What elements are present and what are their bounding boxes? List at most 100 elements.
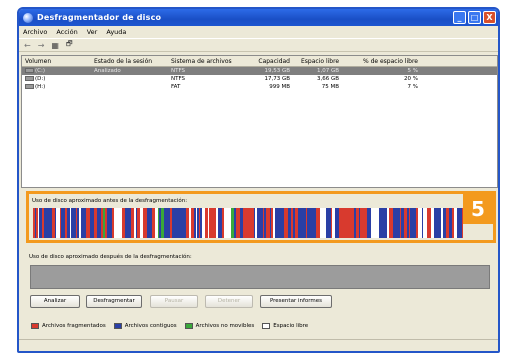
usage-stripe: [105, 208, 107, 238]
volume-name: (C:): [35, 68, 45, 74]
usage-stripe: [373, 208, 377, 238]
volume-row[interactable]: (H:) FAT 999 MB 75 MB 7 %: [22, 83, 497, 91]
view-report-button[interactable]: Presentar informes: [260, 295, 332, 308]
menu-bar: Archivo Acción Ver Ayuda: [19, 26, 498, 38]
usage-stripe: [216, 208, 218, 238]
usage-stripe: [71, 208, 73, 238]
contiguous-swatch: [113, 323, 122, 329]
usage-stripe: [164, 208, 168, 238]
usage-stripe: [161, 208, 164, 238]
usage-stripe: [199, 208, 200, 238]
usage-stripe: [107, 208, 109, 238]
after-defrag-usage-bar: [30, 265, 490, 289]
usage-stripe: [179, 208, 182, 238]
volume-name: (H:): [35, 84, 46, 90]
usage-stripe: [236, 208, 240, 238]
usage-stripe: [350, 208, 354, 238]
usage-stripe: [200, 208, 202, 238]
usage-stripe: [330, 208, 331, 238]
usage-stripe: [396, 208, 398, 238]
legend-label: Espacio libre: [273, 323, 309, 329]
back-arrow-icon[interactable]: ←: [24, 41, 31, 50]
usage-stripe: [79, 208, 80, 238]
usage-stripe: [178, 208, 179, 238]
usage-stripe: [182, 208, 184, 238]
usage-stripe: [90, 208, 91, 238]
usage-stripe: [70, 208, 71, 238]
usage-stripe: [94, 208, 97, 238]
col-volume-header[interactable]: Volumen: [25, 56, 51, 67]
usage-stripe: [170, 208, 172, 238]
menu-ayuda[interactable]: Ayuda: [106, 28, 126, 36]
usage-stripe: [186, 208, 187, 238]
usage-stripe: [379, 208, 381, 238]
legend-item: Archivos no movibles: [184, 323, 254, 329]
usage-stripe: [371, 208, 373, 238]
capacity-cell: 999 MB: [269, 84, 290, 90]
usage-stripe: [80, 208, 81, 238]
title-bar[interactable]: Desfragmentador de disco _ □ X: [19, 9, 498, 26]
usage-stripe: [270, 208, 271, 238]
col-capacity-header[interactable]: Capacidad: [252, 56, 290, 67]
usage-stripe: [461, 208, 462, 238]
usage-stripe: [454, 208, 457, 238]
usage-stripe: [407, 208, 409, 238]
free-space-cell: 3,66 GB: [316, 76, 339, 82]
usage-stripe: [385, 208, 386, 238]
usage-stripe: [191, 208, 194, 238]
usage-stripe: [409, 208, 410, 238]
usage-stripe: [423, 208, 427, 238]
volume-cell: (C:): [25, 67, 45, 75]
usage-stripe: [422, 208, 423, 238]
col-pct-free-header[interactable]: % de espacio libre: [352, 56, 418, 67]
usage-stripe: [39, 208, 42, 238]
usage-stripe: [304, 208, 306, 238]
volume-row[interactable]: (D:) NTFS 17,73 GB 3,66 GB 20 %: [22, 75, 497, 83]
usage-stripe: [42, 208, 44, 238]
usage-stripe: [67, 208, 70, 238]
usage-stripe: [289, 208, 291, 238]
maximize-button[interactable]: □: [468, 11, 481, 24]
usage-stripe: [172, 208, 173, 238]
before-defrag-usage-bar: [33, 208, 463, 238]
usage-stripe: [275, 208, 278, 238]
pause-button[interactable]: Pausar: [150, 295, 198, 308]
minimize-button[interactable]: _: [453, 11, 466, 24]
menu-ver[interactable]: Ver: [87, 28, 98, 36]
usage-stripe: [228, 208, 231, 238]
usage-stripe: [360, 208, 364, 238]
usage-stripe: [431, 208, 434, 238]
usage-stripe: [222, 208, 224, 238]
usage-stripe: [198, 208, 199, 238]
grid-view-icon[interactable]: ▦: [51, 41, 59, 50]
col-filesystem-header[interactable]: Sistema de archivos: [171, 56, 232, 67]
usage-stripe: [36, 208, 38, 238]
menu-accion[interactable]: Acción: [56, 28, 77, 36]
capacity-cell: 17,73 GB: [264, 76, 290, 82]
analyze-button[interactable]: Analizar: [30, 295, 80, 308]
col-free-header[interactable]: Espacio libre: [301, 56, 339, 67]
defragment-button[interactable]: Desfragmentar: [86, 295, 142, 308]
usage-stripe: [125, 208, 128, 238]
after-defrag-label: Uso de disco aproximado después de la de…: [29, 254, 192, 260]
usage-stripe: [282, 208, 284, 238]
volume-row[interactable]: (C:) Analizado NTFS 19,53 GB 1,07 GB 5 %: [22, 67, 497, 75]
col-status-header[interactable]: Estado de la sesión: [94, 56, 152, 67]
usage-stripe: [160, 208, 161, 238]
stop-button[interactable]: Detener: [205, 295, 253, 308]
properties-icon[interactable]: 🗗: [66, 40, 73, 51]
usage-stripe: [159, 208, 160, 238]
capacity-cell: 19,53 GB: [264, 68, 290, 74]
usage-stripe: [209, 208, 212, 238]
close-button[interactable]: X: [483, 11, 496, 24]
forward-arrow-icon[interactable]: →: [38, 41, 45, 50]
menu-archivo[interactable]: Archivo: [23, 28, 47, 36]
usage-stripe: [370, 208, 371, 238]
usage-stripe: [231, 208, 234, 238]
usage-stripe: [306, 208, 307, 238]
usage-stripe: [331, 208, 332, 238]
usage-stripe: [359, 208, 360, 238]
usage-stripe: [418, 208, 422, 238]
volume-list: Volumen Estado de la sesión Sistema de a…: [21, 55, 498, 188]
usage-stripe: [122, 208, 125, 238]
